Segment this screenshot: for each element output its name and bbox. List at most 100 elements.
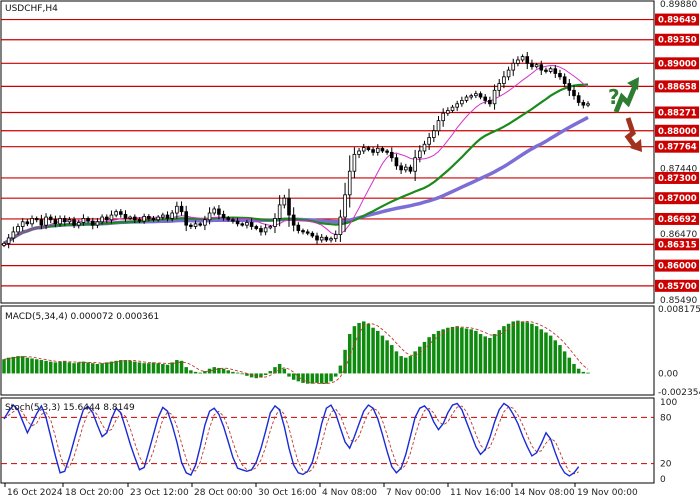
candle-body bbox=[548, 68, 553, 72]
macd-bar bbox=[376, 330, 380, 374]
macd-bar bbox=[343, 349, 347, 374]
candle-body bbox=[137, 219, 142, 222]
macd-bar bbox=[123, 360, 128, 374]
candle-body bbox=[34, 218, 39, 221]
candle-body bbox=[90, 220, 95, 226]
candle-body bbox=[310, 232, 315, 237]
candle-body bbox=[2, 242, 6, 246]
macd-bar bbox=[67, 362, 72, 374]
candle-body bbox=[81, 218, 86, 223]
macd-bar bbox=[25, 357, 30, 374]
candle-body bbox=[469, 95, 474, 98]
price-tick-label: 0.86470 bbox=[660, 230, 697, 240]
candle-body bbox=[6, 237, 11, 244]
candle-body bbox=[315, 235, 319, 241]
level-tag-label: 0.89350 bbox=[658, 36, 697, 46]
macd-bar bbox=[338, 365, 343, 374]
macd-bar bbox=[586, 372, 590, 374]
macd-bar bbox=[408, 356, 413, 374]
macd-bar bbox=[147, 363, 151, 374]
candle-body bbox=[375, 147, 380, 153]
candle-body bbox=[62, 218, 67, 223]
candle-body bbox=[464, 96, 469, 101]
macd-bar bbox=[506, 323, 511, 374]
macd-bar bbox=[478, 334, 483, 374]
candle-body bbox=[534, 64, 539, 68]
stoch-title: Stoch(5,3,3) 15.6444 8.8149 bbox=[5, 403, 135, 413]
time-tick-label: 19 Nov 00:00 bbox=[577, 488, 638, 498]
candle-body bbox=[231, 219, 235, 222]
time-tick-label: 30 Oct 16:00 bbox=[258, 488, 317, 498]
time-tick-label: 11 Nov 16:00 bbox=[450, 488, 511, 498]
macd-tick-label: -0.002354 bbox=[658, 388, 700, 398]
level-tag-label: 0.88000 bbox=[658, 127, 697, 137]
candle-body bbox=[263, 227, 268, 233]
candle-body bbox=[586, 103, 590, 106]
candle-body bbox=[20, 221, 25, 227]
candle-body bbox=[48, 216, 53, 221]
macd-bar bbox=[109, 361, 114, 374]
candle-body bbox=[338, 216, 343, 235]
macd-bar bbox=[156, 363, 160, 374]
macd-bar bbox=[562, 351, 567, 374]
candle-body bbox=[352, 153, 357, 172]
candle-body bbox=[474, 93, 478, 97]
macd-bar bbox=[310, 373, 315, 384]
macd-bar bbox=[511, 321, 515, 374]
macd-bar bbox=[268, 371, 273, 374]
candle-body bbox=[385, 150, 389, 153]
candle-body bbox=[427, 137, 431, 145]
macd-bar bbox=[446, 327, 450, 374]
candle-body bbox=[254, 226, 259, 229]
stoch-tick-label: 20 bbox=[660, 460, 672, 470]
candle-body bbox=[562, 76, 567, 84]
macd-bar bbox=[315, 373, 319, 383]
candle-body bbox=[581, 102, 586, 106]
macd-bar bbox=[142, 363, 146, 374]
macd-bar bbox=[516, 320, 520, 374]
macd-bar bbox=[86, 362, 90, 374]
candle-body bbox=[291, 214, 296, 226]
candle-body bbox=[16, 226, 20, 233]
candle-body bbox=[488, 100, 492, 105]
level-tag-label: 0.87000 bbox=[658, 194, 697, 204]
macd-bar bbox=[133, 361, 137, 374]
candle-body bbox=[544, 69, 548, 72]
candle-body bbox=[460, 100, 464, 105]
candle-body bbox=[319, 236, 324, 241]
candle-body bbox=[217, 208, 221, 215]
candle-body bbox=[104, 216, 109, 221]
macd-bar bbox=[497, 330, 501, 374]
chart-background bbox=[0, 0, 700, 500]
macd-bar bbox=[291, 373, 296, 380]
candle-body bbox=[329, 238, 333, 241]
candle-body bbox=[502, 76, 506, 84]
macd-bar bbox=[572, 363, 576, 374]
macd-bar bbox=[100, 363, 104, 374]
candle-body bbox=[525, 56, 530, 64]
macd-bar bbox=[525, 322, 530, 374]
macd-bar bbox=[534, 326, 539, 374]
candle-body bbox=[273, 218, 277, 227]
candle-body bbox=[72, 219, 76, 226]
candle-body bbox=[25, 221, 30, 225]
macd-bar bbox=[165, 364, 170, 374]
macd-bar bbox=[221, 368, 226, 374]
macd-bar bbox=[483, 336, 487, 374]
candle-body bbox=[109, 214, 114, 221]
candle-body bbox=[506, 69, 511, 78]
macd-bar bbox=[399, 356, 403, 374]
chart-area: 0.89649 0.89350 0.89000 0.88658 0.88271 0.880… bbox=[0, 0, 700, 500]
time-tick-label: 4 Nov 08:00 bbox=[322, 488, 377, 498]
macd-title: MACD(5,34,4) 0.000072 0.000361 bbox=[5, 312, 159, 322]
macd-bar bbox=[235, 372, 240, 374]
candle-body bbox=[165, 214, 170, 219]
candle-body bbox=[305, 231, 310, 234]
candle-body bbox=[530, 62, 534, 68]
candle-body bbox=[441, 112, 445, 122]
candle-body bbox=[221, 213, 226, 219]
candle-body bbox=[301, 230, 305, 233]
macd-tick-label: 0.008175 bbox=[658, 305, 700, 315]
macd-bar bbox=[226, 370, 231, 374]
macd-bar bbox=[581, 371, 586, 374]
